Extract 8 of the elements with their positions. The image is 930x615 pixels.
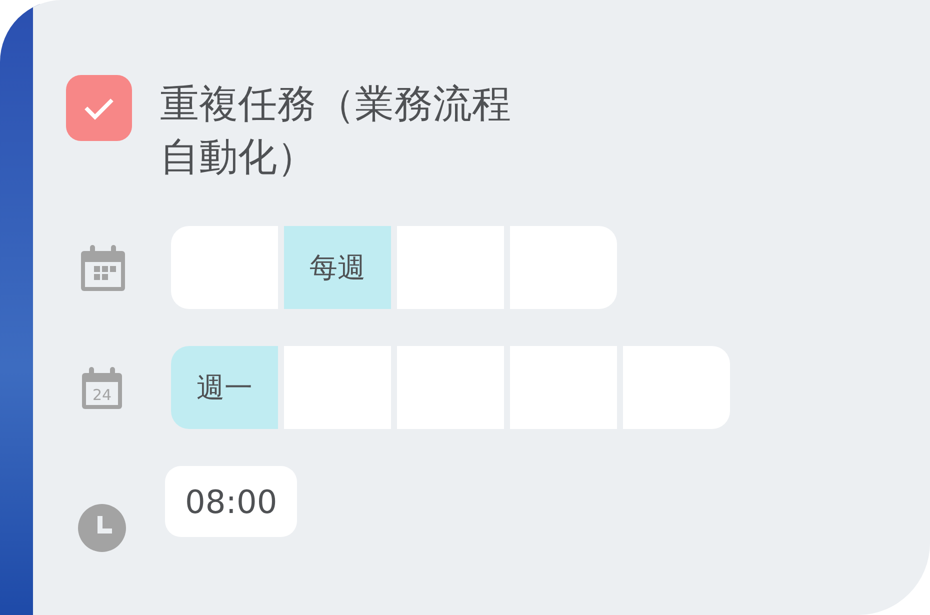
- segment-option[interactable]: 週一: [171, 346, 278, 429]
- task-title: 重複任務（業務流程自動化）: [160, 81, 512, 182]
- clock-icon: [78, 504, 126, 552]
- check-icon: [83, 96, 115, 120]
- task-checkbox[interactable]: [66, 75, 132, 141]
- segment-option[interactable]: 每週: [284, 226, 391, 309]
- time-field[interactable]: 08:00: [165, 466, 298, 537]
- calendar-icon: [80, 244, 126, 290]
